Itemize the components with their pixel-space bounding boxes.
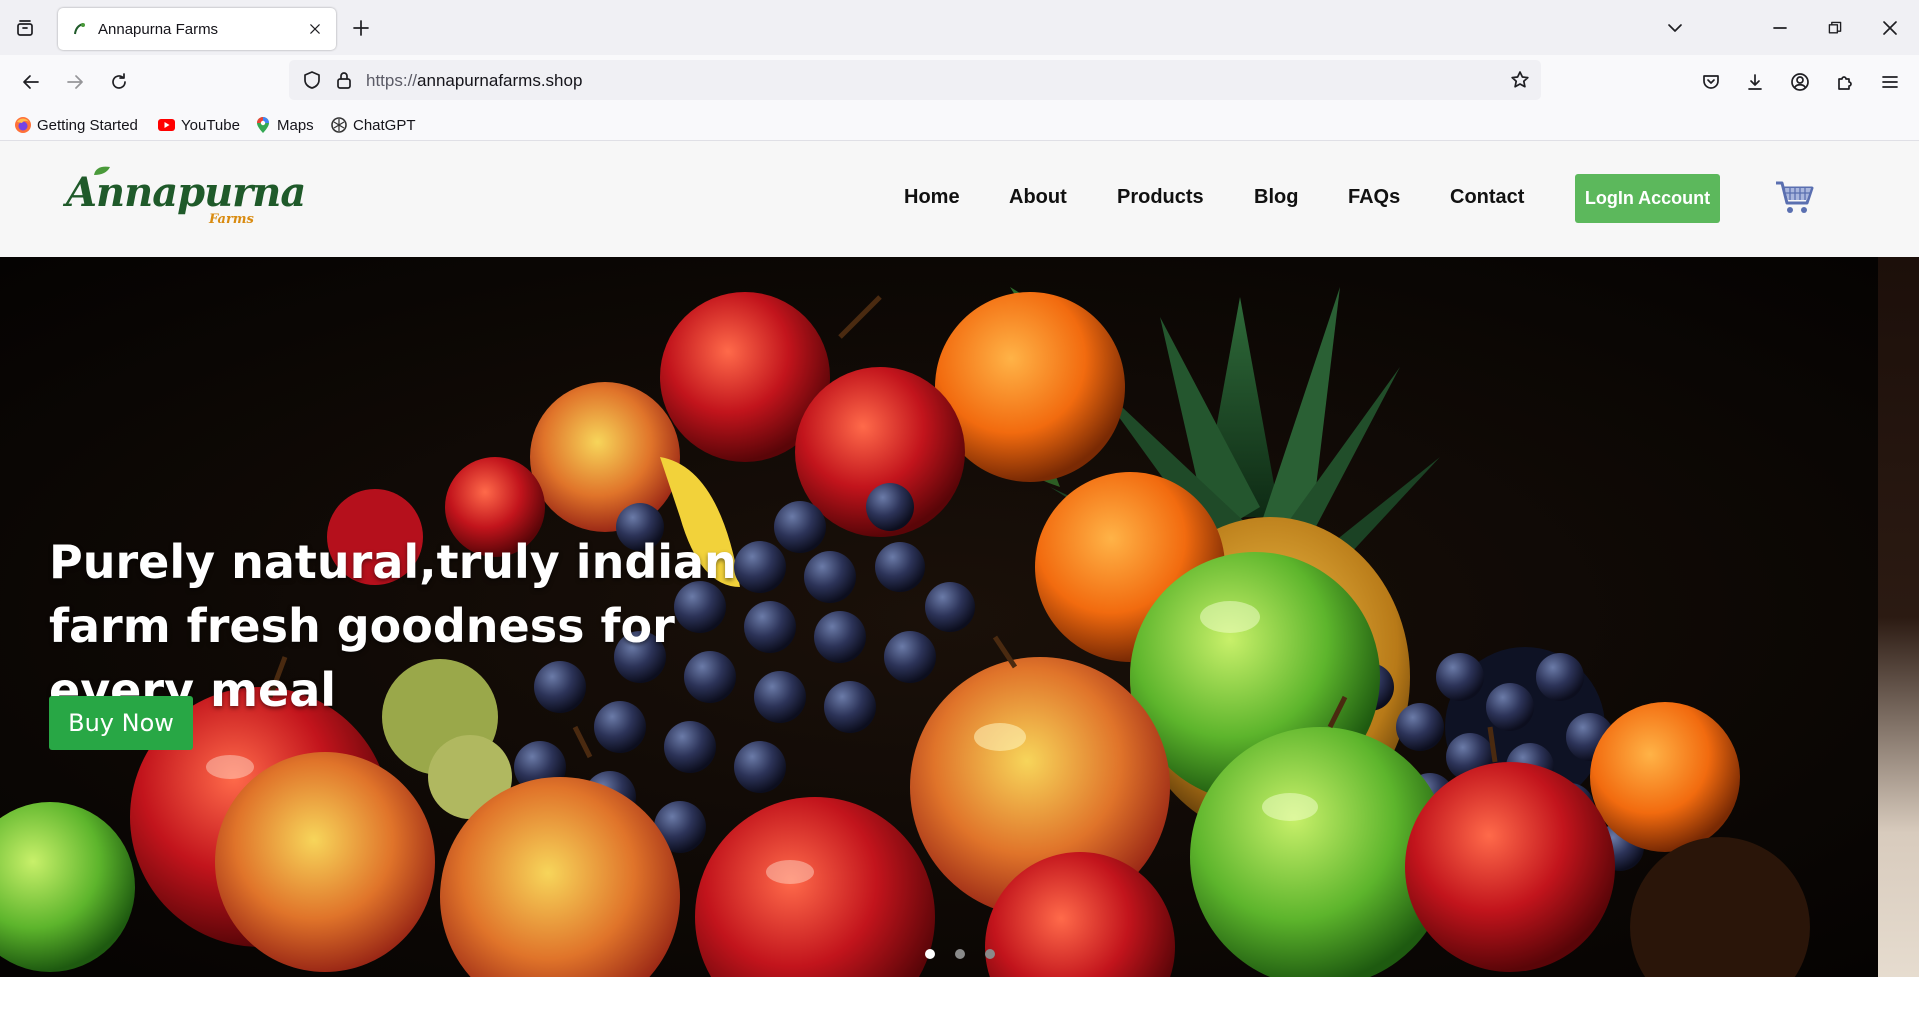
carousel-dot-2[interactable] [955,949,965,959]
browser-toolbar: https://annapurnafarms.shop [0,55,1919,109]
forward-arrow-icon[interactable] [58,65,92,99]
bookmark-star-icon[interactable] [1505,65,1535,95]
minimize-window-icon[interactable] [1762,13,1798,43]
bookmark-youtube[interactable]: YouTube [156,114,240,136]
active-tab[interactable]: Annapurna Farms [58,8,336,50]
bookmark-label: YouTube [181,116,240,134]
browser-tab-bar: Annapurna Farms [0,0,1919,55]
next-slide-preview [1878,257,1919,977]
site-header: Annapurna Farms Home About Products Blog… [0,141,1919,257]
nav-contact[interactable]: Contact [1450,186,1524,209]
new-tab-plus-icon[interactable] [346,13,376,43]
close-window-icon[interactable] [1872,13,1908,43]
tab-list-chevron-down-icon[interactable] [1660,13,1690,43]
buy-now-button[interactable]: Buy Now [49,696,193,750]
list-all-tabs-icon[interactable] [10,13,40,43]
restore-window-icon[interactable] [1817,13,1853,43]
carousel-dot-3[interactable] [985,949,995,959]
carousel-dot-1[interactable] [925,949,935,959]
url-protocol: https:// [366,71,418,90]
site-logo[interactable]: Annapurna Farms [66,166,306,233]
shopping-cart-icon[interactable] [1774,177,1816,217]
chatgpt-icon [331,117,347,133]
url-text[interactable]: https://annapurnafarms.shop [366,71,582,91]
downloads-icon[interactable] [1738,65,1772,99]
logo-subtitle: Farms [209,212,254,227]
url-domain: annapurnafarms.shop [417,71,583,90]
bookmark-label: Getting Started [37,116,138,134]
login-account-button[interactable]: LogIn Account [1575,174,1720,223]
reload-icon[interactable] [102,65,136,99]
close-tab-icon[interactable] [300,14,330,44]
firefox-icon [15,117,31,133]
lock-icon[interactable] [329,65,359,95]
nav-about[interactable]: About [1009,186,1067,209]
extensions-puzzle-icon[interactable] [1828,65,1862,99]
bookmark-label: ChatGPT [353,116,416,134]
account-icon[interactable] [1783,65,1817,99]
page-content-below-hero [0,977,1919,1017]
tab-title: Annapurna Farms [98,20,219,38]
hero-headline: Purely natural,truly indian farm fresh g… [49,535,737,717]
nav-home[interactable]: Home [904,186,960,209]
youtube-icon [158,119,175,131]
bookmark-maps[interactable]: Maps [254,114,314,136]
bookmark-chatgpt[interactable]: ChatGPT [330,114,416,136]
bookmark-label: Maps [277,116,314,134]
hero-carousel: Purely natural,truly indian farm fresh g… [0,257,1878,977]
maps-pin-icon [257,117,269,133]
nav-products[interactable]: Products [1117,186,1204,209]
site-favicon-icon [74,23,85,35]
nav-blog[interactable]: Blog [1254,186,1298,209]
tracking-protection-shield-icon[interactable] [297,65,327,95]
back-arrow-icon[interactable] [14,65,48,99]
bookmark-getting-started[interactable]: Getting Started [14,114,138,136]
pocket-icon[interactable] [1694,65,1728,99]
nav-faqs[interactable]: FAQs [1348,186,1400,209]
address-bar[interactable]: https://annapurnafarms.shop [289,60,1541,100]
bookmarks-toolbar: Getting Started YouTube Maps ChatGPT [0,109,1919,141]
hamburger-menu-icon[interactable] [1873,65,1907,99]
logo-wordmark: Annapurna [66,169,306,216]
